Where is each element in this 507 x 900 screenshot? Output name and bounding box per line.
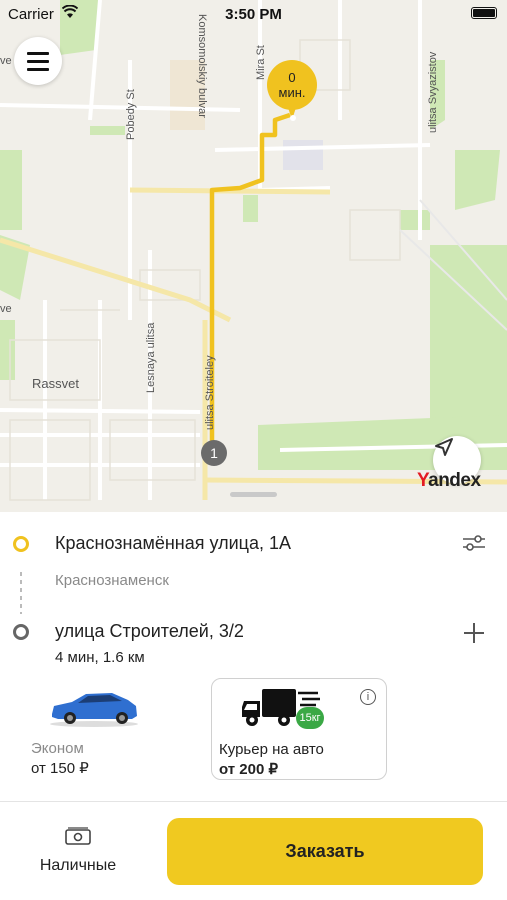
tariff-price: от 200 ₽ — [219, 761, 279, 778]
start-marker[interactable]: 1 — [201, 440, 227, 466]
street-label-svyazistov: ulitsa Svyazistov — [427, 51, 439, 133]
clock: 3:50 PM — [225, 6, 282, 23]
route-connector — [20, 572, 22, 614]
payment-method-button[interactable]: Наличные — [30, 825, 126, 880]
street-label-pobedy: Pobedy St — [125, 89, 137, 140]
eta-unit: мин. — [278, 85, 306, 100]
pickup-city: Краснознаменск — [55, 572, 169, 589]
street-label-stroiteley: ulitsa Stroiteley — [204, 355, 216, 430]
info-icon[interactable]: i — [360, 689, 376, 705]
street-label-komsomolskiy: Komsomolskiy bulvar — [196, 14, 208, 118]
menu-button[interactable] — [14, 37, 62, 85]
yandex-logo: Yandex — [417, 470, 481, 492]
street-label-lesnaya: Lesnaya ulitsa — [145, 322, 157, 393]
divider — [0, 801, 507, 802]
hamburger-icon-line — [27, 59, 49, 63]
cash-icon — [65, 827, 91, 845]
tariff-courier[interactable]: 15кг i Курьер на авто от 200 ₽ — [211, 678, 387, 780]
map-view[interactable]: Pobedy St Komsomolskiy bulvar Mira St ul… — [0, 0, 507, 512]
payment-method-label: Наличные — [39, 857, 117, 874]
logo-rest: andex — [428, 470, 481, 491]
hamburger-icon-line — [27, 51, 49, 55]
order-button[interactable]: Заказать — [167, 818, 483, 885]
eta-bubble: 0 мин. — [267, 60, 317, 110]
tariff-price: от 150 ₽ — [31, 760, 89, 777]
add-stop-icon[interactable] — [460, 619, 488, 647]
route-settings-icon[interactable] — [460, 532, 488, 554]
logo-letter: Y — [417, 470, 429, 491]
tariff-name: Эконом — [31, 740, 84, 757]
sheet-drag-handle[interactable] — [230, 492, 277, 497]
pin-point — [290, 115, 296, 121]
hamburger-icon-line — [27, 67, 49, 71]
weight-badge: 15кг — [296, 707, 324, 729]
destination-address[interactable]: улица Строителей, 3/2 — [55, 621, 244, 642]
tariff-name: Курьер на авто — [219, 741, 324, 758]
pickup-point-icon — [13, 536, 29, 552]
destination-eta-pin[interactable]: 0 мин. — [267, 60, 317, 126]
pickup-address[interactable]: Краснознамённая улица, 1А — [55, 533, 291, 554]
battery-icon — [471, 7, 497, 19]
status-bar: Carrier 3:50 PM — [0, 0, 507, 28]
destination-point-icon — [13, 624, 29, 640]
eta-value: 0 — [288, 70, 296, 85]
street-label-edge-top: ve — [0, 55, 12, 67]
location-arrow-icon — [435, 438, 453, 456]
street-label-mira: Mira St — [255, 45, 267, 80]
car-icon — [50, 693, 138, 727]
tariff-econom[interactable]: Эконом от 150 ₽ — [24, 678, 194, 780]
place-label-rassvet: Rassvet — [32, 376, 79, 391]
trip-duration-distance: 4 мин, 1.6 км — [55, 649, 145, 666]
street-label-edge-mid: ve — [0, 303, 12, 315]
